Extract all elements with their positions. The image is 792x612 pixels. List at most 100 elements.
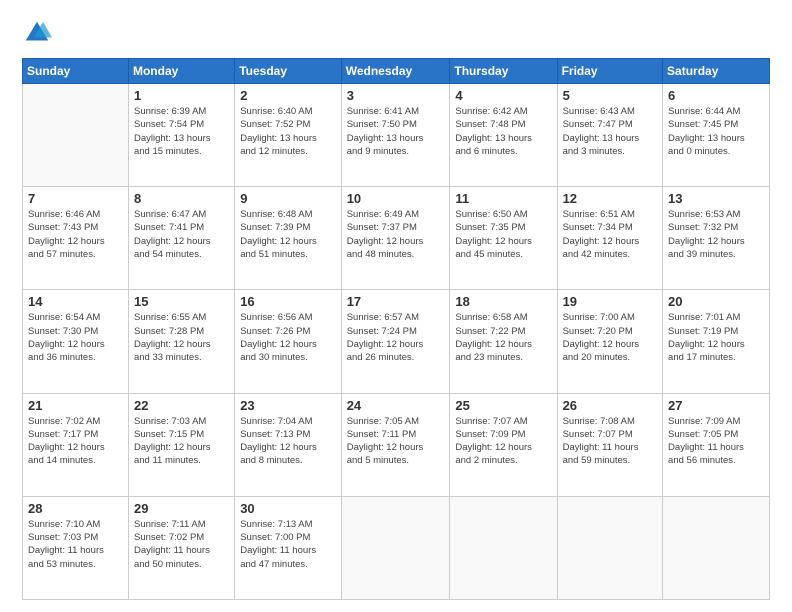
day-detail: Sunrise: 7:00 AM Sunset: 7:20 PM Dayligh… bbox=[563, 311, 657, 364]
day-cell bbox=[23, 84, 129, 187]
day-cell: 5 Sunrise: 6:43 AM Sunset: 7:47 PM Daylig… bbox=[557, 84, 662, 187]
day-number: 11 bbox=[455, 191, 551, 206]
day-number: 21 bbox=[28, 398, 123, 413]
day-detail: Sunrise: 6:41 AM Sunset: 7:50 PM Dayligh… bbox=[347, 105, 445, 158]
day-detail: Sunrise: 6:39 AM Sunset: 7:54 PM Dayligh… bbox=[134, 105, 229, 158]
day-detail: Sunrise: 7:08 AM Sunset: 7:07 PM Dayligh… bbox=[563, 415, 657, 468]
day-detail: Sunrise: 6:44 AM Sunset: 7:45 PM Dayligh… bbox=[668, 105, 764, 158]
day-number: 22 bbox=[134, 398, 229, 413]
day-detail: Sunrise: 7:11 AM Sunset: 7:02 PM Dayligh… bbox=[134, 518, 229, 571]
day-detail: Sunrise: 6:57 AM Sunset: 7:24 PM Dayligh… bbox=[347, 311, 445, 364]
day-detail: Sunrise: 7:07 AM Sunset: 7:09 PM Dayligh… bbox=[455, 415, 551, 468]
day-cell: 12Sunrise: 6:51 AM Sunset: 7:34 PM Dayli… bbox=[557, 187, 662, 290]
day-number: 10 bbox=[347, 191, 445, 206]
calendar-body: 1 Sunrise: 6:39 AM Sunset: 7:54 PM Daylig… bbox=[23, 84, 770, 600]
day-cell: 20 Sunrise: 7:01 AM Sunset: 7:19 PM Dayli… bbox=[663, 290, 770, 393]
day-number: 13 bbox=[668, 191, 764, 206]
day-cell bbox=[450, 496, 557, 599]
header-cell-wednesday: Wednesday bbox=[341, 59, 450, 84]
logo bbox=[22, 18, 58, 48]
day-number: 4 bbox=[455, 88, 551, 103]
page: SundayMondayTuesdayWednesdayThursdayFrid… bbox=[0, 0, 792, 612]
day-number: 2 bbox=[240, 88, 336, 103]
week-row-3: 14 Sunrise: 6:54 AM Sunset: 7:30 PM Dayli… bbox=[23, 290, 770, 393]
week-row-2: 7Sunrise: 6:46 AM Sunset: 7:43 PM Daylig… bbox=[23, 187, 770, 290]
day-cell: 7Sunrise: 6:46 AM Sunset: 7:43 PM Daylig… bbox=[23, 187, 129, 290]
day-detail: Sunrise: 7:09 AM Sunset: 7:05 PM Dayligh… bbox=[668, 415, 764, 468]
day-number: 8 bbox=[134, 191, 229, 206]
day-detail: Sunrise: 7:13 AM Sunset: 7:00 PM Dayligh… bbox=[240, 518, 336, 571]
day-number: 26 bbox=[563, 398, 657, 413]
day-cell: 27 Sunrise: 7:09 AM Sunset: 7:05 PM Dayli… bbox=[663, 393, 770, 496]
day-number: 12 bbox=[563, 191, 657, 206]
day-cell: 15 Sunrise: 6:55 AM Sunset: 7:28 PM Dayli… bbox=[128, 290, 234, 393]
day-detail: Sunrise: 7:04 AM Sunset: 7:13 PM Dayligh… bbox=[240, 415, 336, 468]
day-number: 15 bbox=[134, 294, 229, 309]
logo-icon bbox=[22, 18, 52, 48]
day-cell bbox=[557, 496, 662, 599]
day-number: 18 bbox=[455, 294, 551, 309]
day-number: 3 bbox=[347, 88, 445, 103]
day-cell: 30 Sunrise: 7:13 AM Sunset: 7:00 PM Dayli… bbox=[235, 496, 342, 599]
header-cell-sunday: Sunday bbox=[23, 59, 129, 84]
day-detail: Sunrise: 7:03 AM Sunset: 7:15 PM Dayligh… bbox=[134, 415, 229, 468]
day-number: 19 bbox=[563, 294, 657, 309]
day-cell bbox=[663, 496, 770, 599]
day-cell: 9 Sunrise: 6:48 AM Sunset: 7:39 PM Daylig… bbox=[235, 187, 342, 290]
day-cell: 17Sunrise: 6:57 AM Sunset: 7:24 PM Dayli… bbox=[341, 290, 450, 393]
day-number: 20 bbox=[668, 294, 764, 309]
day-cell: 23Sunrise: 7:04 AM Sunset: 7:13 PM Dayli… bbox=[235, 393, 342, 496]
day-number: 7 bbox=[28, 191, 123, 206]
day-cell: 16Sunrise: 6:56 AM Sunset: 7:26 PM Dayli… bbox=[235, 290, 342, 393]
day-number: 25 bbox=[455, 398, 551, 413]
day-number: 28 bbox=[28, 501, 123, 516]
day-number: 27 bbox=[668, 398, 764, 413]
day-cell: 11 Sunrise: 6:50 AM Sunset: 7:35 PM Dayli… bbox=[450, 187, 557, 290]
day-cell: 25 Sunrise: 7:07 AM Sunset: 7:09 PM Dayli… bbox=[450, 393, 557, 496]
day-number: 30 bbox=[240, 501, 336, 516]
day-detail: Sunrise: 7:05 AM Sunset: 7:11 PM Dayligh… bbox=[347, 415, 445, 468]
day-detail: Sunrise: 6:48 AM Sunset: 7:39 PM Dayligh… bbox=[240, 208, 336, 261]
day-detail: Sunrise: 6:42 AM Sunset: 7:48 PM Dayligh… bbox=[455, 105, 551, 158]
day-cell: 22 Sunrise: 7:03 AM Sunset: 7:15 PM Dayli… bbox=[128, 393, 234, 496]
week-row-5: 28 Sunrise: 7:10 AM Sunset: 7:03 PM Dayli… bbox=[23, 496, 770, 599]
day-cell: 4 Sunrise: 6:42 AM Sunset: 7:48 PM Daylig… bbox=[450, 84, 557, 187]
day-detail: Sunrise: 6:43 AM Sunset: 7:47 PM Dayligh… bbox=[563, 105, 657, 158]
day-number: 9 bbox=[240, 191, 336, 206]
day-cell: 1 Sunrise: 6:39 AM Sunset: 7:54 PM Daylig… bbox=[128, 84, 234, 187]
day-cell bbox=[341, 496, 450, 599]
day-number: 14 bbox=[28, 294, 123, 309]
week-row-4: 21 Sunrise: 7:02 AM Sunset: 7:17 PM Dayli… bbox=[23, 393, 770, 496]
day-cell: 24 Sunrise: 7:05 AM Sunset: 7:11 PM Dayli… bbox=[341, 393, 450, 496]
header bbox=[22, 18, 770, 48]
day-detail: Sunrise: 6:53 AM Sunset: 7:32 PM Dayligh… bbox=[668, 208, 764, 261]
day-detail: Sunrise: 7:02 AM Sunset: 7:17 PM Dayligh… bbox=[28, 415, 123, 468]
day-cell: 29 Sunrise: 7:11 AM Sunset: 7:02 PM Dayli… bbox=[128, 496, 234, 599]
day-cell: 8 Sunrise: 6:47 AM Sunset: 7:41 PM Daylig… bbox=[128, 187, 234, 290]
day-number: 24 bbox=[347, 398, 445, 413]
day-detail: Sunrise: 6:50 AM Sunset: 7:35 PM Dayligh… bbox=[455, 208, 551, 261]
day-detail: Sunrise: 6:40 AM Sunset: 7:52 PM Dayligh… bbox=[240, 105, 336, 158]
day-number: 5 bbox=[563, 88, 657, 103]
calendar-table: SundayMondayTuesdayWednesdayThursdayFrid… bbox=[22, 58, 770, 600]
day-number: 1 bbox=[134, 88, 229, 103]
day-detail: Sunrise: 7:01 AM Sunset: 7:19 PM Dayligh… bbox=[668, 311, 764, 364]
day-detail: Sunrise: 6:54 AM Sunset: 7:30 PM Dayligh… bbox=[28, 311, 123, 364]
day-cell: 28 Sunrise: 7:10 AM Sunset: 7:03 PM Dayli… bbox=[23, 496, 129, 599]
day-cell: 2 Sunrise: 6:40 AM Sunset: 7:52 PM Daylig… bbox=[235, 84, 342, 187]
day-detail: Sunrise: 6:55 AM Sunset: 7:28 PM Dayligh… bbox=[134, 311, 229, 364]
day-cell: 6Sunrise: 6:44 AM Sunset: 7:45 PM Daylig… bbox=[663, 84, 770, 187]
day-number: 16 bbox=[240, 294, 336, 309]
day-number: 29 bbox=[134, 501, 229, 516]
header-cell-saturday: Saturday bbox=[663, 59, 770, 84]
day-cell: 26 Sunrise: 7:08 AM Sunset: 7:07 PM Dayli… bbox=[557, 393, 662, 496]
day-cell: 14 Sunrise: 6:54 AM Sunset: 7:30 PM Dayli… bbox=[23, 290, 129, 393]
header-cell-thursday: Thursday bbox=[450, 59, 557, 84]
day-cell: 3 Sunrise: 6:41 AM Sunset: 7:50 PM Daylig… bbox=[341, 84, 450, 187]
day-cell: 13 Sunrise: 6:53 AM Sunset: 7:32 PM Dayli… bbox=[663, 187, 770, 290]
header-cell-monday: Monday bbox=[128, 59, 234, 84]
day-detail: Sunrise: 6:47 AM Sunset: 7:41 PM Dayligh… bbox=[134, 208, 229, 261]
day-detail: Sunrise: 7:10 AM Sunset: 7:03 PM Dayligh… bbox=[28, 518, 123, 571]
day-cell: 18Sunrise: 6:58 AM Sunset: 7:22 PM Dayli… bbox=[450, 290, 557, 393]
header-row: SundayMondayTuesdayWednesdayThursdayFrid… bbox=[23, 59, 770, 84]
